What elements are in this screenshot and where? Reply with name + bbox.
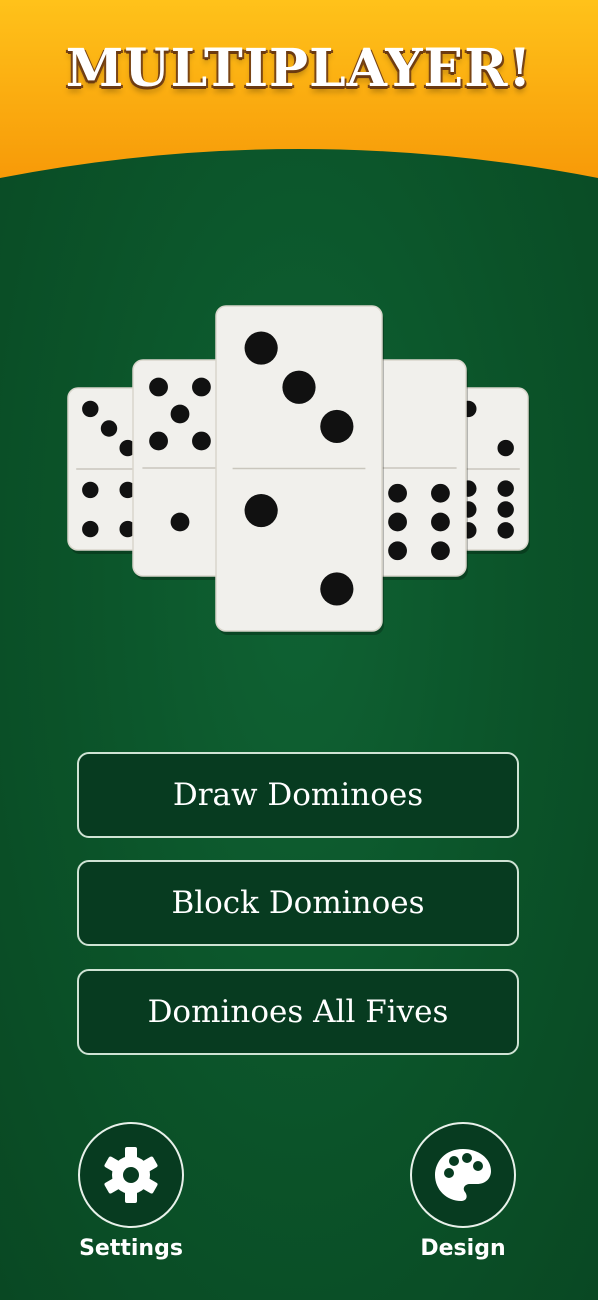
design-button[interactable]	[410, 1122, 516, 1228]
domino-pip	[320, 409, 354, 444]
palette-icon	[435, 1149, 491, 1201]
domino-pip	[170, 512, 190, 532]
settings-button[interactable]	[78, 1122, 184, 1228]
draw-dominoes-label: Draw Dominoes	[172, 777, 424, 813]
banner-title: MULTIPLAYER!	[65, 38, 533, 99]
domino-pip	[100, 420, 118, 437]
domino-pip	[497, 522, 514, 539]
domino-pip	[244, 331, 278, 365]
settings-label: Settings	[79, 1236, 183, 1261]
domino-pip	[431, 541, 450, 561]
domino-tile	[215, 305, 384, 635]
domino-pip	[244, 493, 278, 528]
domino-pip	[82, 400, 99, 418]
domino-pip	[82, 481, 99, 499]
domino-pip	[431, 483, 450, 503]
block-dominoes-button[interactable]: Block Dominoes	[77, 860, 519, 946]
domino-pip	[170, 404, 190, 424]
domino-pip	[431, 512, 450, 532]
domino-pip	[282, 370, 316, 404]
domino-pip	[497, 480, 514, 497]
domino-hand	[67, 305, 530, 635]
all-fives-label: Dominoes All Fives	[147, 994, 449, 1030]
block-dominoes-label: Block Dominoes	[171, 885, 425, 921]
gear-icon	[104, 1147, 158, 1203]
top-banner: MULTIPLAYER!	[0, 0, 598, 190]
domino-pip	[388, 541, 407, 561]
domino-tile	[132, 359, 229, 580]
domino-pip	[388, 512, 407, 532]
domino-pip	[82, 520, 99, 538]
domino-pip	[149, 431, 168, 451]
all-fives-button[interactable]: Dominoes All Fives	[77, 969, 519, 1055]
design-label: Design	[420, 1236, 506, 1261]
domino-pip	[192, 377, 211, 397]
domino-pip	[497, 501, 514, 518]
draw-dominoes-button[interactable]: Draw Dominoes	[77, 752, 519, 838]
domino-pip	[320, 572, 354, 606]
felt-background	[0, 0, 598, 1300]
domino-pip	[192, 431, 211, 451]
domino-tile	[371, 359, 468, 580]
domino-pip	[149, 377, 168, 397]
domino-pip	[497, 439, 514, 457]
domino-pip	[388, 483, 407, 503]
